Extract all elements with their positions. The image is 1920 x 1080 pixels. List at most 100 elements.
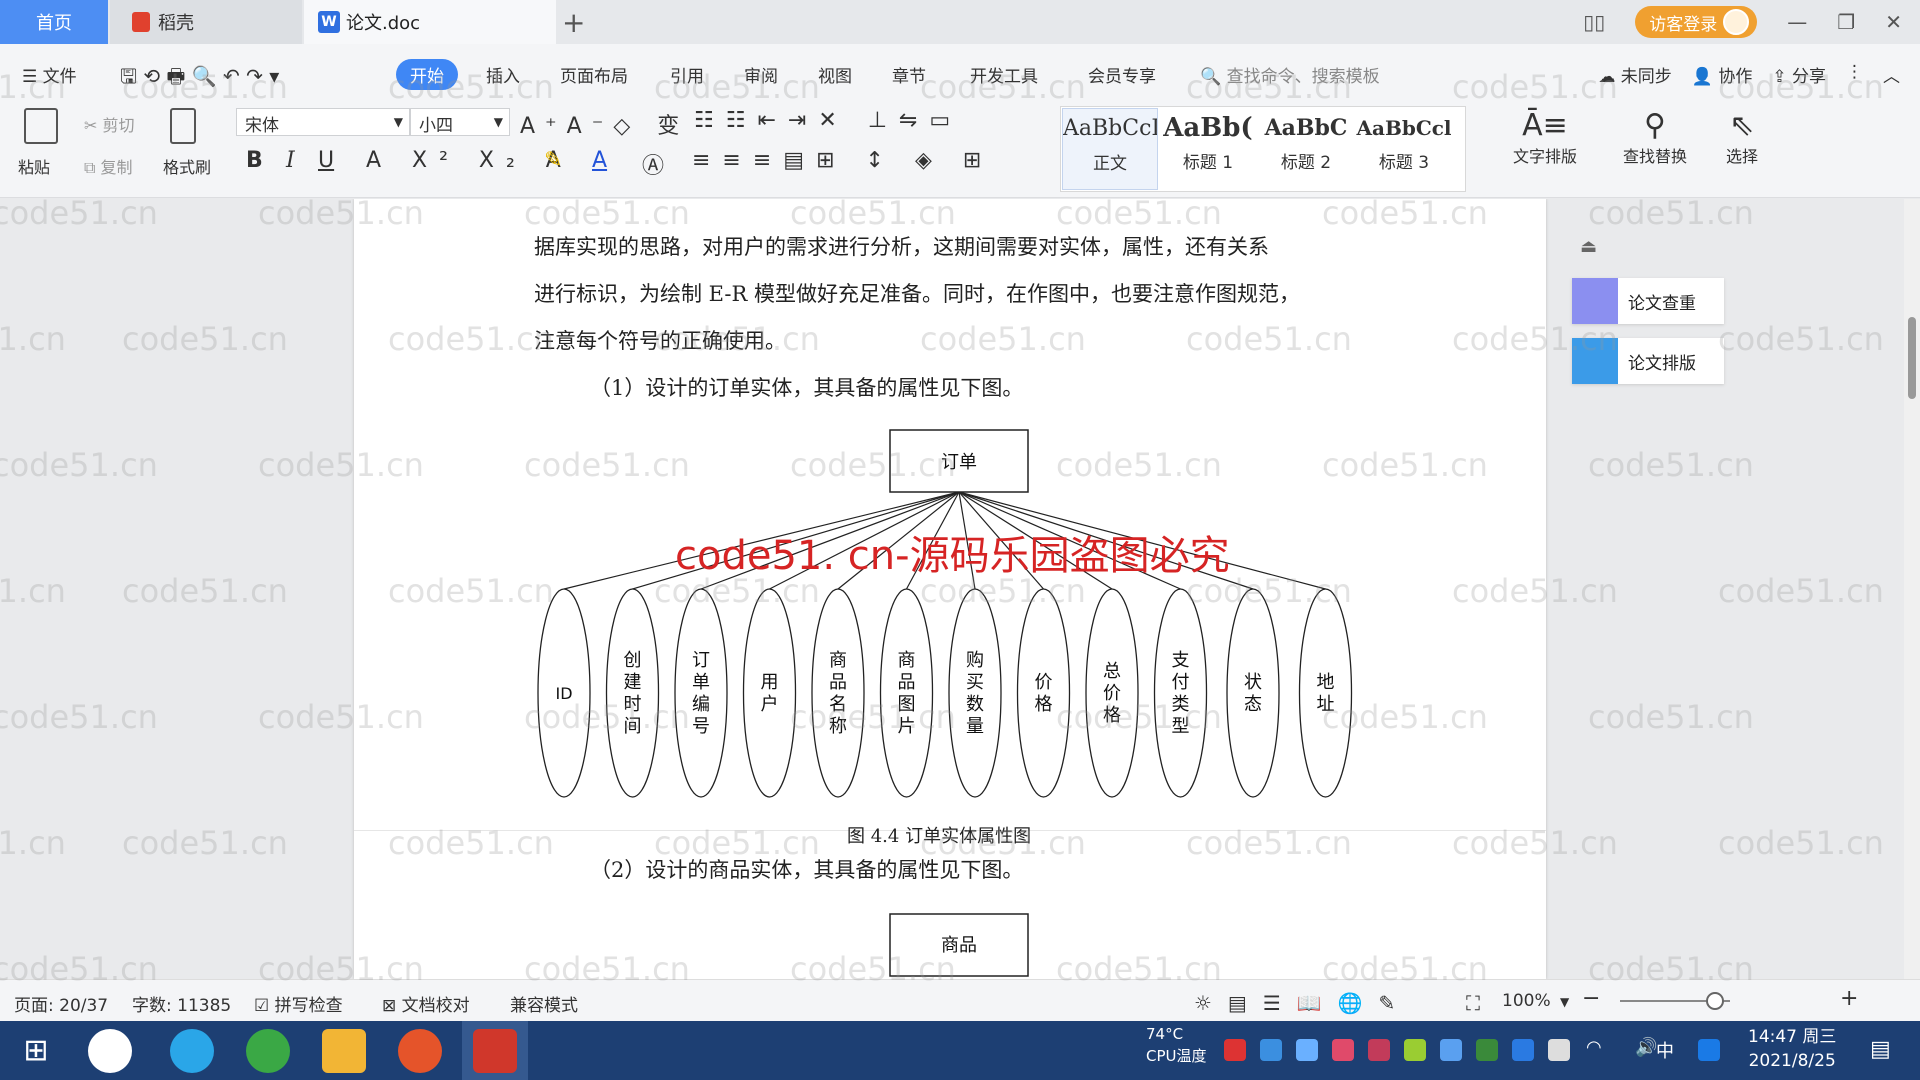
- system-clock[interactable]: 14:47 周三 2021/8/25: [1748, 1025, 1836, 1073]
- bluetooth-icon[interactable]: [1512, 1039, 1534, 1061]
- find-replace-button[interactable]: ⚲ 查找替换: [1610, 108, 1700, 167]
- command-search-input[interactable]: 🔍 查找命令、搜索模板: [1200, 62, 1380, 87]
- collapse-ribbon-icon[interactable]: ︿: [1883, 62, 1900, 87]
- align-buttons[interactable]: ≡≡≡▤⊞ ↕ ◈ ⊞: [692, 148, 993, 173]
- copy-button[interactable]: ⧉ 复制: [84, 154, 133, 178]
- menu-references[interactable]: 引用: [670, 62, 704, 87]
- wps-taskbar-item[interactable]: [462, 1021, 528, 1080]
- wps-icon: [473, 1029, 517, 1073]
- paste-label: 粘贴: [18, 158, 51, 177]
- battery-icon[interactable]: [1548, 1039, 1570, 1061]
- share-button[interactable]: ⇪ 分享: [1772, 62, 1826, 87]
- chevron-down-icon[interactable]: ▼: [1560, 995, 1569, 1009]
- style-normal[interactable]: AaBbCcI 正文: [1062, 108, 1158, 190]
- close-icon[interactable]: ✕: [1885, 10, 1902, 34]
- windows-start-icon[interactable]: ⊞: [14, 1029, 58, 1073]
- zoom-in-icon[interactable]: +: [1840, 986, 1858, 1011]
- app-pinwheel-icon[interactable]: [88, 1029, 132, 1073]
- tray-icon[interactable]: [1440, 1039, 1462, 1061]
- page-indicator[interactable]: 页面: 20/37: [14, 991, 108, 1016]
- qq-icon[interactable]: [1698, 1039, 1720, 1061]
- proofread-button[interactable]: ⊠ 文档校对: [382, 991, 470, 1016]
- tab-bar: 首页 稻壳 W 论文.doc + ▯▯ 访客登录 — ❐ ✕: [0, 0, 1920, 44]
- cpu-temp-label: CPU温度: [1146, 1047, 1207, 1065]
- layout-toggle-icon[interactable]: ▯▯: [1583, 10, 1605, 34]
- scroll-thumb[interactable]: [1908, 317, 1916, 399]
- guest-login-button[interactable]: 访客登录: [1635, 6, 1758, 38]
- font-size-tools[interactable]: A⁺A⁻◇ 变: [520, 108, 689, 140]
- shield-icon[interactable]: [1296, 1039, 1318, 1061]
- sync-button[interactable]: ☁ 未同步: [1598, 62, 1671, 87]
- file-explorer-icon[interactable]: [322, 1029, 366, 1073]
- italic-button[interactable]: I: [286, 148, 295, 173]
- find-replace-label: 查找替换: [1622, 147, 1687, 166]
- style-heading-1[interactable]: AaBb( 标题 1: [1160, 108, 1256, 190]
- bold-button[interactable]: B: [246, 148, 263, 173]
- collapse-panel-icon[interactable]: ⏏: [1580, 236, 1597, 257]
- style-heading-3[interactable]: AaBbCcl 标题 3: [1356, 108, 1452, 190]
- notification-icon[interactable]: ▤: [1870, 1037, 1891, 1062]
- tray-icon[interactable]: [1224, 1039, 1246, 1061]
- app-orange-icon[interactable]: [398, 1029, 442, 1073]
- list-tools[interactable]: ☷☷⇤⇥✕ ⊥⇋▭: [694, 108, 962, 133]
- menu-member[interactable]: 会员专享: [1088, 62, 1156, 87]
- collab-button[interactable]: 👤 协作: [1692, 62, 1753, 87]
- highlight-icon[interactable]: ✎: [544, 148, 562, 173]
- browser-360-icon[interactable]: [246, 1029, 290, 1073]
- tab-docer[interactable]: 稻壳: [110, 0, 302, 44]
- menu-page-layout[interactable]: 页面布局: [560, 62, 628, 87]
- taskbar: ⊞ 74°C CPU温度 ◠ 🔊 中 14:47 周三 2021/8/25 ▤: [0, 1021, 1920, 1080]
- collab-label: 协作: [1718, 67, 1753, 87]
- zoom-level[interactable]: 100%: [1502, 991, 1551, 1011]
- char-border-button[interactable]: Ⓐ: [642, 148, 664, 180]
- quick-access-icons[interactable]: 🖫 ⟲ 🖶 🔍 ↶ ↷ ▾: [120, 62, 279, 96]
- vertical-scrollbar[interactable]: [1904, 199, 1920, 979]
- style-heading-2[interactable]: AaBbC 标题 2: [1258, 108, 1354, 190]
- menu-view[interactable]: 视图: [818, 62, 852, 87]
- copy-label: 复制: [100, 158, 133, 177]
- menu-chapter[interactable]: 章节: [892, 62, 926, 87]
- zoom-slider-knob[interactable]: [1706, 992, 1724, 1010]
- thesis-layout-button[interactable]: 论文排版: [1572, 338, 1724, 384]
- tray-icon[interactable]: [1404, 1039, 1426, 1061]
- document-page[interactable]: 据库实现的思路，对用户的需求进行分析，这期间需要对实体，属性，还有关系 进行标识…: [354, 199, 1546, 979]
- word-count[interactable]: 字数: 11385: [132, 991, 231, 1016]
- format-painter-button[interactable]: [170, 108, 196, 144]
- menu-review[interactable]: 审阅: [744, 62, 778, 87]
- text-effects-buttons[interactable]: A X² X₂ A: [366, 148, 573, 173]
- thesis-check-button[interactable]: 论文查重: [1572, 278, 1724, 324]
- view-mode-icons[interactable]: ☼▤☰📖🌐✎: [1194, 991, 1411, 1015]
- file-menu[interactable]: ☰ 文件: [22, 62, 77, 87]
- minimize-icon[interactable]: —: [1787, 10, 1807, 34]
- fit-page-icon[interactable]: ⛶: [1466, 991, 1480, 1015]
- text-layout-button[interactable]: Ā≡ 文字排版: [1500, 108, 1590, 167]
- tray-icon[interactable]: [1332, 1039, 1354, 1061]
- new-tab-plus-icon[interactable]: +: [562, 6, 585, 39]
- menu-dev-tools[interactable]: 开发工具: [970, 62, 1038, 87]
- menu-insert[interactable]: 插入: [486, 62, 520, 87]
- ime-indicator[interactable]: 中: [1656, 1037, 1674, 1063]
- paste-button[interactable]: [24, 108, 58, 144]
- docer-icon: [132, 12, 150, 32]
- font-size-select[interactable]: 小四 ▼: [410, 108, 510, 136]
- underline-button[interactable]: U: [318, 148, 334, 173]
- cpu-temp-value: 74°C: [1146, 1025, 1184, 1043]
- zoom-out-icon[interactable]: −: [1582, 986, 1600, 1011]
- more-icon[interactable]: ⋮: [1846, 62, 1863, 87]
- menu-right-actions: ☁ 未同步 👤 协作 ⇪ 分享 ⋮ ︿: [1598, 62, 1900, 87]
- tray-icon[interactable]: [1260, 1039, 1282, 1061]
- spell-check-button[interactable]: ☑ 拼写检查: [254, 991, 343, 1016]
- restore-icon[interactable]: ❐: [1837, 10, 1855, 34]
- nvidia-icon[interactable]: [1476, 1039, 1498, 1061]
- tab-document[interactable]: W 论文.doc: [304, 0, 556, 44]
- tray-icon[interactable]: [1368, 1039, 1390, 1061]
- menu-start[interactable]: 开始: [396, 59, 458, 90]
- format-painter-label: 格式刷: [163, 158, 212, 177]
- share-label: 分享: [1792, 67, 1826, 87]
- select-button[interactable]: ⇖ 选择: [1712, 108, 1772, 167]
- font-family-select[interactable]: 宋体 ▼: [236, 108, 410, 136]
- font-color-button[interactable]: A: [592, 148, 607, 173]
- cut-button[interactable]: ✂ 剪切: [84, 112, 135, 136]
- internet-explorer-icon[interactable]: [170, 1029, 214, 1073]
- tab-home[interactable]: 首页: [0, 0, 108, 44]
